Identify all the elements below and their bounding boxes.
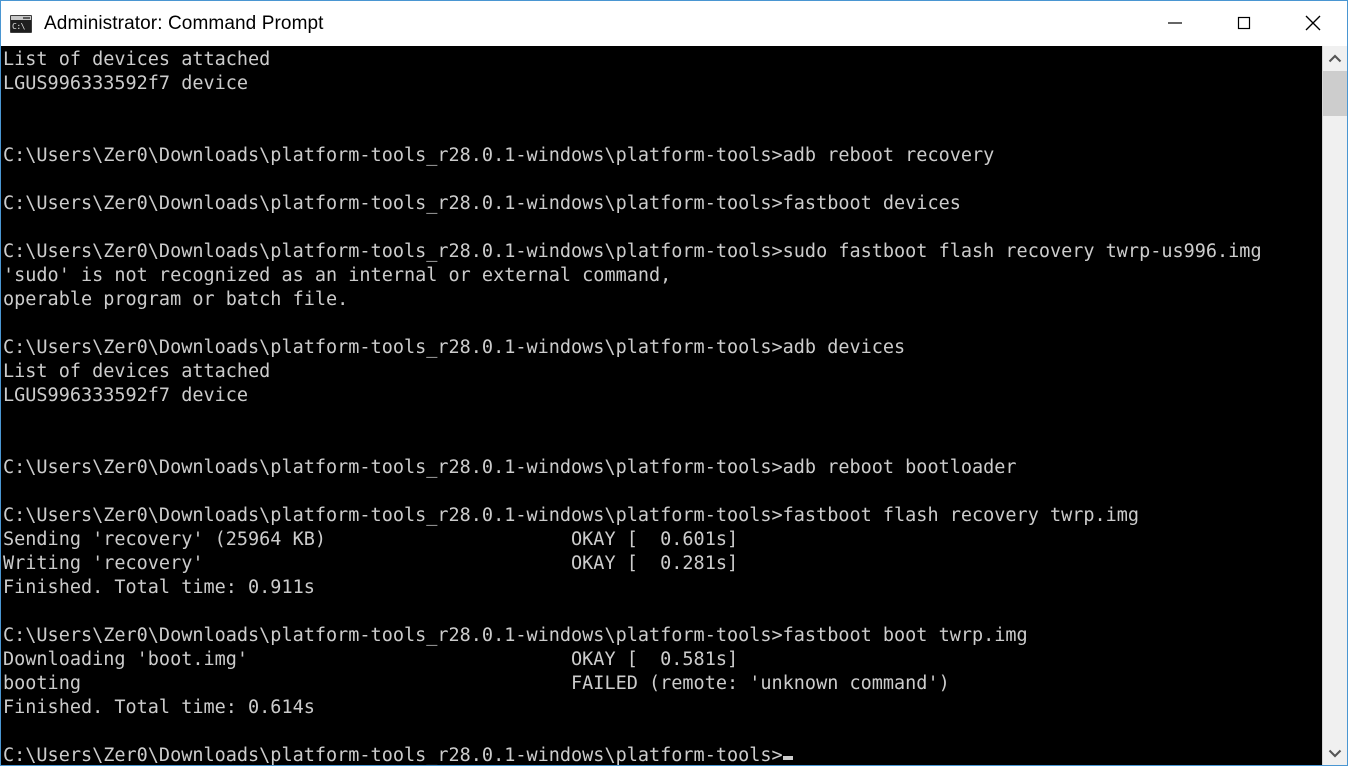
terminal-scrollback: List of devices attached LGUS996333592f7… <box>3 49 1262 718</box>
vertical-scrollbar[interactable] <box>1322 46 1347 765</box>
maximize-button[interactable] <box>1209 1 1278 46</box>
window-controls <box>1140 1 1347 47</box>
chevron-down-icon <box>1328 749 1342 757</box>
scrollbar-track[interactable] <box>1323 71 1347 740</box>
window-title: Administrator: Command Prompt <box>44 12 324 34</box>
minimize-icon <box>1167 22 1182 24</box>
command-prompt-window: C:\ Administrator: Command Prompt List o… <box>0 0 1348 766</box>
titlebar[interactable]: C:\ Administrator: Command Prompt <box>1 0 1347 46</box>
cmd-console-icon: C:\ <box>10 14 32 33</box>
chevron-up-icon <box>1328 54 1342 62</box>
icon-prompt-text: C:\ <box>12 21 25 31</box>
block-cursor-icon <box>782 756 793 760</box>
minimize-button[interactable] <box>1140 1 1209 46</box>
maximize-icon <box>1237 16 1250 30</box>
terminal-output[interactable]: List of devices attached LGUS996333592f7… <box>1 46 1322 765</box>
scroll-up-button[interactable] <box>1323 46 1347 71</box>
close-icon <box>1305 15 1320 31</box>
scrollbar-thumb[interactable] <box>1323 71 1347 116</box>
console-area: List of devices attached LGUS996333592f7… <box>1 46 1347 765</box>
close-button[interactable] <box>1278 1 1347 46</box>
scroll-down-button[interactable] <box>1323 740 1347 765</box>
terminal-prompt: C:\Users\Zer0\Downloads\platform-tools_r… <box>3 745 783 765</box>
